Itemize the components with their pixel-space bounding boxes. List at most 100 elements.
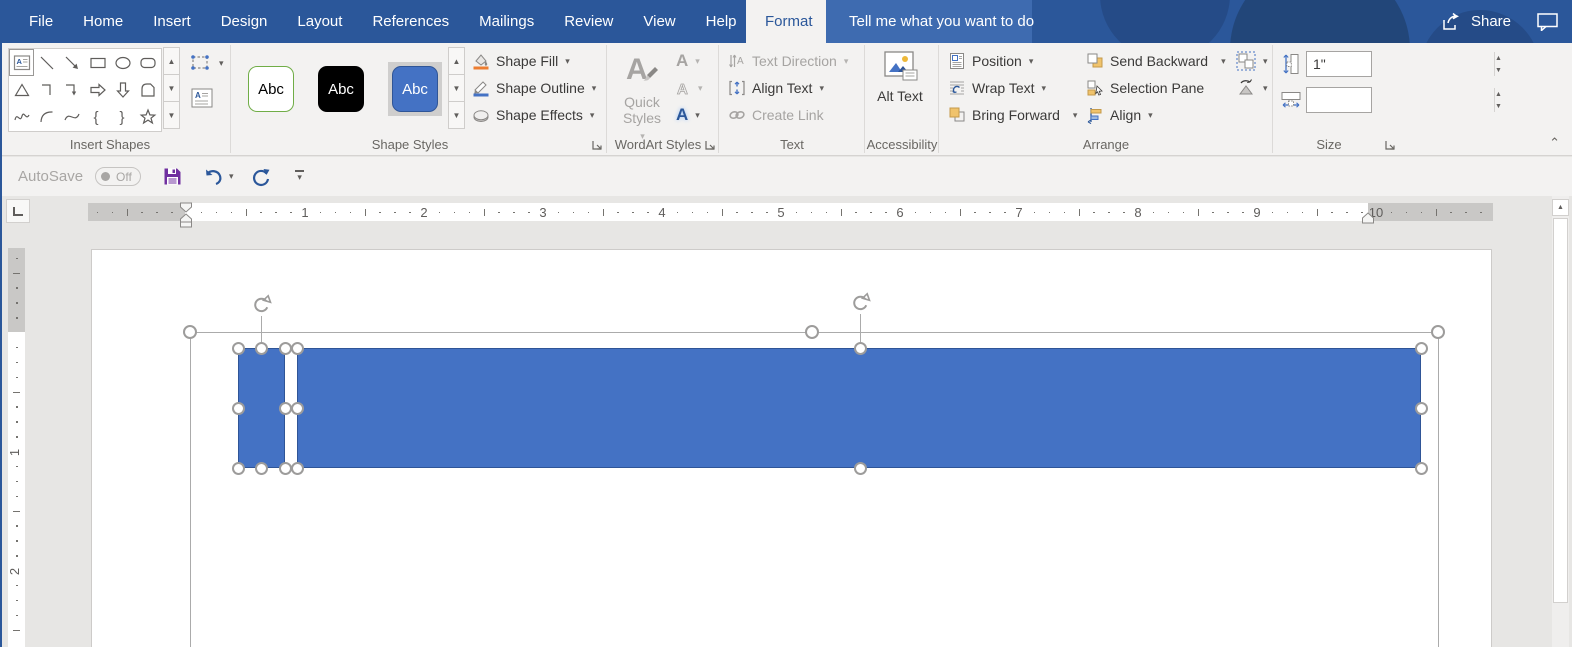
shape-block-arrow-down-icon[interactable] (110, 76, 135, 103)
size-dialog-launcher[interactable] (1384, 139, 1396, 151)
tab-mailings[interactable]: Mailings (464, 0, 549, 43)
canvas-selection-handle[interactable] (1431, 325, 1445, 339)
selection-pane-button[interactable]: Selection Pane (1086, 77, 1204, 99)
save-icon[interactable] (163, 167, 182, 186)
shape-right-brace-icon[interactable]: } (110, 104, 135, 131)
rotate-objects-button[interactable]: ▾ (1236, 77, 1268, 99)
tab-stop-selector[interactable] (6, 199, 30, 223)
width-down-spinner[interactable]: ▼ (1495, 100, 1502, 112)
tab-home[interactable]: Home (68, 0, 138, 43)
quick-styles-button[interactable]: A Quick Styles ▾ (616, 49, 668, 144)
shape-curve-icon[interactable] (60, 104, 85, 131)
wordart-dialog-launcher[interactable] (704, 139, 716, 151)
text-fill-button[interactable]: A▾ (676, 50, 700, 72)
shape-block-arrow-right-icon[interactable] (85, 76, 110, 103)
horizontal-ruler[interactable]: 12345678910 (88, 203, 1493, 221)
height-up-spinner[interactable]: ▲ (1495, 52, 1502, 64)
tell-me-search[interactable]: Tell me what you want to do (826, 0, 1032, 43)
shape-resize-handle[interactable] (255, 462, 268, 475)
draw-text-box-button[interactable]: A (190, 87, 214, 109)
shape-rectangle-icon[interactable] (85, 49, 110, 76)
shape-resize-handle[interactable] (291, 462, 304, 475)
group-objects-button[interactable]: ▾ (1236, 50, 1268, 72)
shape-line-icon[interactable] (34, 49, 59, 76)
rotate-handle-small-shape[interactable] (250, 294, 272, 316)
shape-effects-button[interactable]: Shape Effects▾ (472, 104, 594, 126)
shape-arrow-icon[interactable] (60, 49, 85, 76)
tab-format[interactable]: Format (746, 0, 832, 43)
width-up-spinner[interactable]: ▲ (1495, 88, 1502, 100)
rotate-handle-large-shape[interactable] (849, 292, 871, 314)
bring-forward-button[interactable]: Bring Forward▾ (948, 104, 1077, 126)
shape-resize-handle[interactable] (232, 402, 245, 415)
collapse-ribbon-chevron[interactable]: ⌃ (1549, 135, 1560, 151)
shape-style-preview-3-selected[interactable]: Abc (392, 66, 438, 112)
tab-layout[interactable]: Layout (282, 0, 357, 43)
share-button[interactable]: Share (1441, 12, 1511, 32)
shape-styles-dialog-launcher[interactable] (591, 139, 603, 151)
canvas-selection-handle[interactable] (805, 325, 819, 339)
vertical-scrollbar-thumb[interactable] (1553, 218, 1568, 603)
alt-text-button[interactable]: Alt Text (874, 51, 926, 105)
scrollbar-up-button[interactable]: ▲ (1552, 199, 1569, 216)
shape-resize-handle[interactable] (291, 342, 304, 355)
send-backward-button[interactable]: Send Backward▾ (1086, 50, 1226, 72)
shape-left-brace-icon[interactable]: { (85, 104, 110, 131)
shape-snip-corner-rectangle-icon[interactable] (136, 76, 161, 103)
shape-resize-handle[interactable] (854, 342, 867, 355)
shape-resize-handle[interactable] (854, 462, 867, 475)
shape-triangle-icon[interactable] (9, 76, 34, 103)
shape-rounded-rectangle-icon[interactable] (136, 49, 161, 76)
shape-oval-icon[interactable] (110, 49, 135, 76)
shape-outline-button[interactable]: Shape Outline▾ (472, 77, 596, 99)
create-link-button[interactable]: Create Link (728, 104, 824, 126)
shape-resize-handle[interactable] (1415, 342, 1428, 355)
text-outline-button[interactable]: A ▾ (676, 77, 703, 99)
tab-design[interactable]: Design (206, 0, 283, 43)
shape-resize-handle[interactable] (1415, 462, 1428, 475)
comments-icon[interactable] (1537, 13, 1558, 31)
shape-width-input[interactable] (1307, 88, 1494, 112)
shape-resize-handle[interactable] (232, 462, 245, 475)
align-text-button[interactable]: Align Text▾ (728, 77, 824, 99)
styles-scroll-down[interactable]: ▼ (448, 74, 465, 102)
shape-resize-handle[interactable] (232, 342, 245, 355)
tab-insert[interactable]: Insert (138, 0, 206, 43)
position-button[interactable]: Position▾ (948, 50, 1033, 72)
autosave-toggle[interactable]: Off (95, 167, 141, 186)
wrap-text-button[interactable]: Wrap Text▾ (948, 77, 1046, 99)
vertical-ruler[interactable]: 12 (8, 248, 25, 647)
shape-text-box-icon[interactable]: A (9, 49, 34, 76)
tab-help[interactable]: Help (691, 0, 752, 43)
right-indent-marker[interactable] (1360, 212, 1376, 224)
shape-resize-handle[interactable] (1415, 402, 1428, 415)
tab-references[interactable]: References (357, 0, 464, 43)
indent-markers[interactable] (178, 202, 194, 228)
height-down-spinner[interactable]: ▼ (1495, 64, 1502, 76)
shape-resize-handle[interactable] (279, 402, 292, 415)
redo-icon[interactable] (251, 167, 271, 187)
text-direction-button[interactable]: A Text Direction▾ (728, 50, 848, 72)
tab-review[interactable]: Review (549, 0, 628, 43)
shape-star-icon[interactable] (136, 104, 161, 131)
selected-rectangle-small[interactable] (238, 348, 285, 468)
shape-elbow-connector-icon[interactable] (34, 76, 59, 103)
shape-fill-button[interactable]: Shape Fill▾ (472, 50, 570, 72)
canvas-selection-handle[interactable] (183, 325, 197, 339)
gallery-scroll-down[interactable]: ▼ (163, 74, 180, 102)
shape-resize-handle[interactable] (255, 342, 268, 355)
shape-resize-handle[interactable] (279, 342, 292, 355)
styles-more-button[interactable]: ▼ (448, 101, 465, 129)
shape-resize-handle[interactable] (279, 462, 292, 475)
tab-view[interactable]: View (628, 0, 690, 43)
align-button[interactable]: Align▾ (1086, 104, 1153, 126)
shape-style-preview-1[interactable]: Abc (248, 66, 294, 112)
shape-arc-icon[interactable] (34, 104, 59, 131)
text-effects-button[interactable]: A▾ (676, 104, 700, 126)
selected-rectangle-large[interactable] (297, 348, 1421, 468)
styles-scroll-up[interactable]: ▲ (448, 47, 465, 75)
edit-shape-button[interactable]: ▾ (190, 52, 224, 74)
undo-dropdown-caret[interactable]: ▾ (228, 171, 234, 182)
shape-style-preview-2[interactable]: Abc (318, 66, 364, 112)
shape-height-input[interactable] (1307, 52, 1494, 76)
